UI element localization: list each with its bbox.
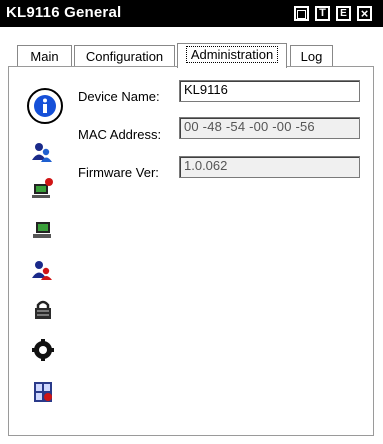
close-button[interactable]: × <box>357 6 372 21</box>
tab-administration-label: Administration <box>185 46 279 63</box>
restore-button[interactable] <box>294 6 309 21</box>
tab-log-label: Log <box>300 49 323 64</box>
device-name-label: Device Name: <box>78 89 160 104</box>
tab-configuration[interactable]: Configuration <box>74 45 175 67</box>
tab-administration[interactable]: Administration <box>177 43 287 68</box>
help-icon: T <box>319 7 326 19</box>
firmware-upgrade-icon[interactable] <box>31 380 55 404</box>
lock-icon[interactable] <box>31 298 55 322</box>
exit-icon: E <box>340 8 347 19</box>
tab-main-label: Main <box>30 49 59 64</box>
info-icon[interactable] <box>33 94 57 118</box>
user-security-icon[interactable] <box>30 258 54 282</box>
mac-address-label: MAC Address: <box>78 127 162 142</box>
firmware-ver-label: Firmware Ver: <box>78 165 159 180</box>
exit-button[interactable]: E <box>336 6 351 21</box>
computer-alert-icon[interactable] <box>31 177 55 201</box>
tab-configuration-label: Configuration <box>85 49 164 64</box>
window-title: KL9116 General <box>6 4 122 21</box>
help-button[interactable]: T <box>315 6 330 21</box>
mac-address-field: 00 -48 -54 -00 -00 -56 <box>179 117 360 139</box>
gear-icon[interactable] <box>31 338 55 362</box>
title-bar: KL9116 General T E × <box>0 0 383 27</box>
restore-icon <box>297 10 306 19</box>
device-name-field[interactable]: KL9116 <box>179 80 360 102</box>
tab-log[interactable]: Log <box>290 45 333 67</box>
tab-main[interactable]: Main <box>17 45 72 67</box>
computer-icon[interactable] <box>31 218 55 242</box>
close-icon: × <box>360 6 369 21</box>
firmware-ver-field: 1.0.062 <box>179 156 360 178</box>
user-admin-icon[interactable] <box>30 140 54 164</box>
kl9116-general-window: KL9116 General T E × Main Configuration … <box>0 0 383 444</box>
